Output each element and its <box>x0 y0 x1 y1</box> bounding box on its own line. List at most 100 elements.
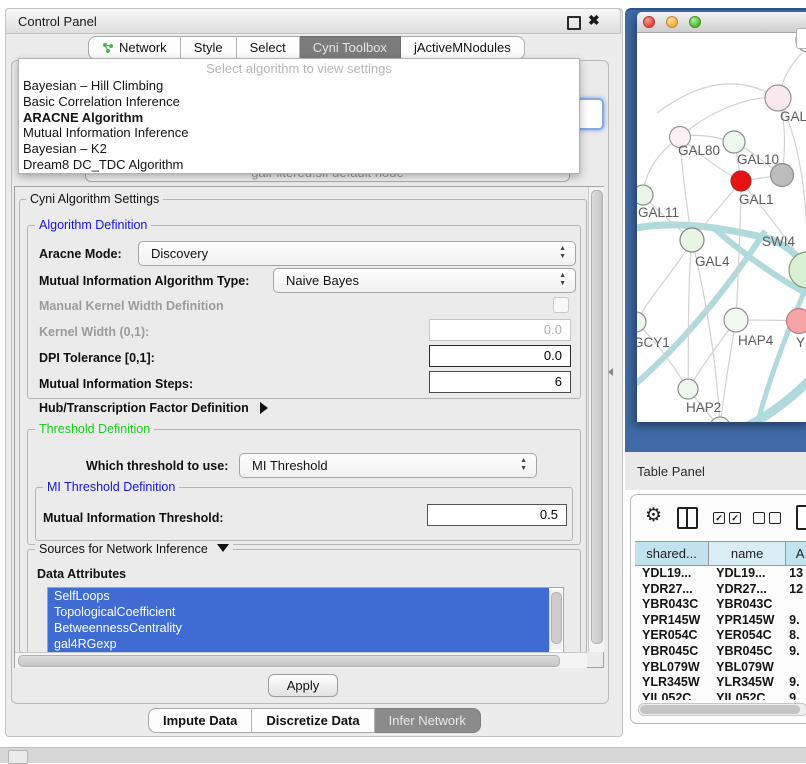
kernel-width-field[interactable]: 0.0 <box>429 319 571 341</box>
tab-label: Cyni Toolbox <box>313 37 387 59</box>
close-traffic-light-icon[interactable] <box>643 16 655 28</box>
table-row[interactable]: YDL19...YDL19...13 <box>635 566 806 582</box>
which-threshold-combo[interactable]: MI Threshold ▲▼ <box>239 453 537 478</box>
hub-definition-label: Hub/Transcription Factor Definition <box>39 401 249 415</box>
expand-right-icon <box>260 402 268 414</box>
node-label: GAL80 <box>678 143 720 158</box>
settings-horizontal-scrollbar[interactable] <box>15 652 587 668</box>
network-node-hap4[interactable] <box>724 308 748 332</box>
tab-label: Network <box>119 37 167 59</box>
attribute-list-item[interactable]: SelfLoops <box>48 588 549 604</box>
algorithm-option[interactable]: Dream8 DC_TDC Algorithm <box>19 157 579 173</box>
list-scrollbar-thumb[interactable] <box>551 592 562 644</box>
column-header[interactable]: shared... <box>635 542 709 565</box>
bottom-tab-discretize-data[interactable]: Discretize Data <box>252 708 374 733</box>
aracne-mode-combo[interactable]: Discovery ▲▼ <box>138 241 576 266</box>
mi-type-combo[interactable]: Naive Bayes ▲▼ <box>273 268 576 293</box>
settings-horizontal-thumb[interactable] <box>18 655 560 667</box>
sources-toggle[interactable]: Sources for Network Inference <box>35 542 233 556</box>
bottom-tab-infer-network[interactable]: Infer Network <box>375 708 481 733</box>
table-row[interactable]: YPR145WYPR145W9. <box>635 613 806 629</box>
table-cell: 12 <box>786 582 806 598</box>
network-node-gal10[interactable] <box>723 131 745 153</box>
network-node-labels: GALGAL80GAL10GAL1GAL11GAL4SWI4GCY1HAP4YH… <box>637 109 806 415</box>
network-node-gal1[interactable] <box>731 171 751 191</box>
network-node-gal[interactable] <box>765 85 791 111</box>
tab-select[interactable]: Select <box>237 36 300 60</box>
dpi-tolerance-field[interactable]: 0.0 <box>429 345 571 367</box>
network-node[interactable] <box>710 417 730 422</box>
expand-down-icon <box>217 544 229 552</box>
minimize-traffic-light-icon[interactable] <box>666 16 678 28</box>
mi-threshold-field[interactable]: 0.5 <box>427 504 567 526</box>
deselect-all-icon[interactable] <box>753 512 781 524</box>
network-node-gal4[interactable] <box>680 228 704 252</box>
attribute-list-item[interactable]: TopologicalCoefficient <box>48 604 549 620</box>
tab-jactivemnodules[interactable]: jActiveMNodules <box>401 36 525 60</box>
algorithm-option[interactable]: Bayesian – Hill Climbing <box>19 78 579 94</box>
gear-icon[interactable]: ⚙ <box>645 502 662 530</box>
network-window-titlebar[interactable] <box>637 12 806 33</box>
data-attributes-list[interactable]: SelfLoopsTopologicalCoefficientBetweenne… <box>47 587 564 653</box>
network-canvas[interactable]: GALGAL80GAL10GAL1GAL11GAL4SWI4GCY1HAP4YH… <box>637 33 806 422</box>
network-node-hap2[interactable] <box>678 379 698 399</box>
splitter-handle[interactable] <box>608 368 613 376</box>
settings-vertical-scrollbar[interactable] <box>588 187 604 652</box>
table-cell <box>786 597 806 613</box>
network-node-gal11[interactable] <box>637 185 653 205</box>
which-threshold-value: MI Threshold <box>252 458 328 473</box>
table-panel-title: Table Panel <box>637 464 705 479</box>
canvas-toolbar-sliver <box>796 28 806 49</box>
algorithm-option[interactable]: Mutual Information Inference <box>19 125 579 141</box>
algorithm-option[interactable]: Basic Correlation Inference <box>19 94 579 110</box>
algorithm-option[interactable]: ARACNE Algorithm <box>19 110 579 126</box>
split-columns-icon[interactable] <box>677 507 698 529</box>
mi-type-value: Naive Bayes <box>286 273 359 288</box>
table-row[interactable]: YBR043CYBR043C <box>635 597 806 613</box>
bottom-tab-bar: Impute DataDiscretize DataInfer Network <box>148 708 481 731</box>
network-node-gcy1[interactable] <box>637 312 646 332</box>
table-cell: YBR045C <box>635 644 709 660</box>
attribute-list-item[interactable]: gal4RGexp <box>48 636 549 652</box>
hub-definition-toggle[interactable]: Hub/Transcription Factor Definition <box>39 401 268 415</box>
algorithm-dropdown-popup: Select algorithm to view settings Bayesi… <box>18 58 580 174</box>
algorithm-option[interactable]: Bayesian – K2 <box>19 141 579 157</box>
table-cell: YPR145W <box>709 613 786 629</box>
settings-vertical-thumb[interactable] <box>591 190 603 644</box>
table-row[interactable]: YBR045CYBR045C9. <box>635 644 806 660</box>
manual-kernel-label: Manual Kernel Width Definition <box>39 299 224 313</box>
tab-network[interactable]: Network <box>88 36 181 60</box>
network-node-y[interactable] <box>787 309 806 334</box>
aracne-mode-label: Aracne Mode: <box>39 247 122 261</box>
table-row[interactable]: YBL079WYBL079W <box>635 660 806 676</box>
node-label: GCY1 <box>637 335 670 350</box>
column-header[interactable]: name <box>709 542 786 565</box>
table-row[interactable]: YDR27...YDR27...12 <box>635 582 806 598</box>
tab-cyni-toolbox[interactable]: Cyni Toolbox <box>300 36 401 60</box>
node-label: GAL11 <box>638 205 679 220</box>
bottom-tab-impute-data[interactable]: Impute Data <box>148 708 252 733</box>
manual-kernel-checkbox[interactable] <box>553 297 569 313</box>
tab-label: Style <box>194 37 223 59</box>
column-header[interactable]: A <box>786 542 806 565</box>
select-all-icon[interactable]: ✓✓ <box>713 512 741 524</box>
table-row[interactable]: YIL052CYIL052C9. <box>635 691 806 700</box>
table-horizontal-thumb[interactable] <box>640 705 800 714</box>
list-scrollbar[interactable] <box>549 590 562 650</box>
apply-button[interactable]: Apply <box>268 674 338 697</box>
attribute-list-item[interactable]: BetweennessCentrality <box>48 620 549 636</box>
mi-steps-field[interactable]: 6 <box>429 371 571 393</box>
tab-style[interactable]: Style <box>181 36 237 60</box>
table-horizontal-scrollbar[interactable] <box>638 703 806 716</box>
export-table-icon[interactable] <box>796 505 806 530</box>
table-cell: YDR27... <box>709 582 786 598</box>
table-cell: 9. <box>786 613 806 629</box>
float-window-icon[interactable] <box>567 16 581 30</box>
close-icon[interactable]: ✖ <box>588 12 600 29</box>
zoom-traffic-light-icon[interactable] <box>689 16 701 28</box>
table-row[interactable]: YER054CYER054C8. <box>635 628 806 644</box>
table-cell: YBR043C <box>635 597 709 613</box>
table-row[interactable]: YLR345WYLR345W9. <box>635 675 806 691</box>
network-icon <box>102 42 114 54</box>
node-label: HAP2 <box>686 400 721 415</box>
